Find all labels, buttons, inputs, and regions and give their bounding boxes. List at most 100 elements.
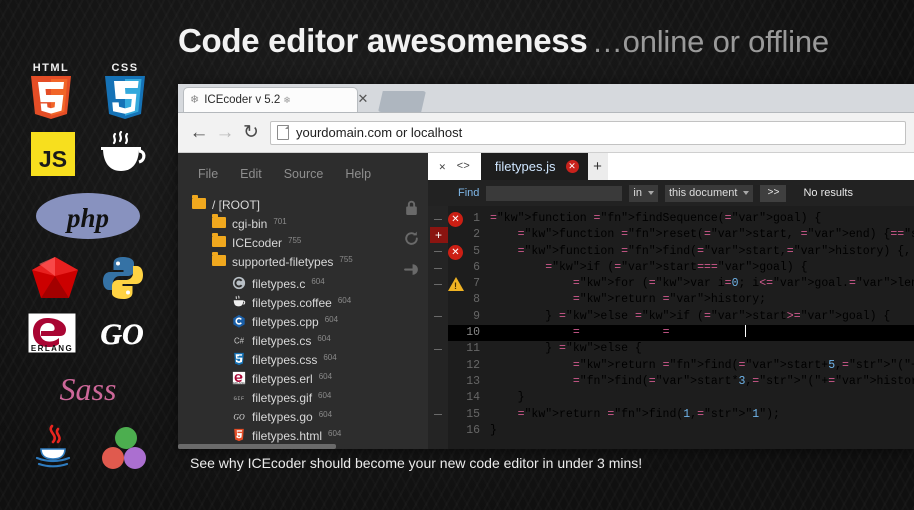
gutter-marker-add[interactable]: + — [428, 227, 448, 244]
gutter-marker-fold[interactable] — [428, 407, 448, 423]
tree-file-row[interactable]: GO filetypes.go 604 — [192, 407, 428, 426]
code-line[interactable]: 5 ="kw">function ="fn">find(="var">start… — [448, 244, 914, 260]
code-line[interactable]: 14 } — [448, 390, 914, 406]
svg-text:GIF: GIF — [234, 395, 245, 402]
code-line[interactable]: 7 ="kw">for (="kw">var i=0; i<="var">goa… — [448, 276, 914, 292]
tree-item-label: filetypes.css — [252, 353, 318, 367]
line-text: ="kw">return ="nul">null; — [572, 325, 747, 340]
gutter-fold-dash[interactable] — [434, 414, 442, 416]
gutter-marker-fold[interactable] — [428, 309, 448, 325]
editor-close-icon[interactable]: ✕ — [439, 160, 446, 174]
code-line[interactable]: 16} — [448, 423, 914, 439]
gutter-fold-dash[interactable] — [434, 251, 442, 253]
code-line[interactable]: 10 ="kw">return ="nul">null; — [448, 325, 914, 342]
line-number: 12 — [466, 358, 480, 372]
gutter-marker-fold[interactable] — [428, 341, 448, 357]
gutter-fold-dash[interactable] — [434, 349, 442, 351]
gutter-marker-empty — [428, 423, 448, 439]
gutter-marker-fold[interactable] — [428, 211, 448, 227]
file-tree: / [ROOT] cgi-bin 701 ICEcoder 755 supported-f… — [178, 195, 428, 445]
code-line[interactable]: 1 ="kw">function ="fn">findSequence(="var… — [448, 211, 914, 227]
find-go-button[interactable]: >> — [760, 184, 787, 202]
gutter-add-marker[interactable]: + — [429, 227, 448, 244]
new-tab-button[interactable] — [378, 91, 426, 112]
tree-item-label: supported-filetypes — [232, 255, 334, 269]
refresh-icon[interactable] — [403, 230, 420, 247]
tab-close-icon[interactable]: ✕ — [356, 92, 370, 106]
forward-button[interactable]: → — [212, 120, 238, 146]
code-line[interactable]: 13 ="fn">find(="var">start*3,="str">"("+… — [448, 374, 914, 390]
reload-button[interactable]: ↻ — [238, 120, 264, 146]
editor-new-tab-button[interactable]: + — [587, 153, 608, 180]
tree-item-permissions: 604 — [324, 315, 339, 324]
tree-file-row[interactable]: ERLANG filetypes.erl 604 — [192, 369, 428, 388]
logout-icon[interactable] — [403, 261, 420, 278]
code-line[interactable]: 9 } ="kw">else ="kw">if (="var">start>="… — [448, 309, 914, 325]
code-line[interactable]: 2 ="kw">function ="fn">reset(="var">star… — [448, 227, 914, 243]
browser-window: ❄ ICEcoder v 5.2 ❄ ✕ ← → ↻ yourdomain.co… — [178, 84, 914, 449]
tree-folder-row[interactable]: ICEcoder 755 — [192, 233, 428, 255]
code-line[interactable]: 12 ="kw">return ="fn">find(="var">start+… — [448, 358, 914, 374]
editor-code-view-icon[interactable]: <> — [457, 161, 470, 173]
url-text: yourdomain.com or localhost — [296, 125, 463, 140]
editor-tab-filetypes-js[interactable]: filetypes.js ✕ — [480, 153, 588, 180]
gutter-marker-fold[interactable] — [428, 276, 448, 292]
find-scope-op-select[interactable]: in — [629, 184, 658, 202]
tree-file-row[interactable]: GIF filetypes.gif 604 — [192, 388, 428, 407]
icecoder-app: File Edit Source Help / [ROOT] cgi-bin 701… — [178, 153, 914, 449]
tree-item-label: filetypes.c — [252, 277, 306, 291]
menu-item-source[interactable]: Source — [284, 167, 324, 181]
gutter-fold-dash[interactable] — [434, 316, 442, 318]
code-line[interactable]: 8 ="kw">return ="var">history; — [448, 292, 914, 308]
code-area: + 1 ="kw">function ="fn">findSequence(="v… — [428, 206, 914, 449]
editor-marker-gutter[interactable]: + — [428, 206, 448, 449]
line-number: 13 — [466, 374, 480, 388]
tree-file-row[interactable]: C# filetypes.cs 604 — [192, 331, 428, 350]
tree-file-row[interactable]: filetypes.coffee 604 — [192, 293, 428, 312]
code-line[interactable]: 11 } ="kw">else { — [448, 341, 914, 357]
tree-folder-row[interactable]: cgi-bin 701 — [192, 214, 428, 236]
folder-icon — [192, 195, 206, 209]
tree-file-row[interactable]: filetypes.c 604 — [192, 274, 428, 293]
go-file-icon: GO — [232, 409, 246, 423]
menu-item-help[interactable]: Help — [345, 167, 371, 181]
tree-file-row[interactable]: filetypes.html 604 — [192, 426, 428, 445]
gutter-marker-fold[interactable] — [428, 260, 448, 276]
find-scope-target-select[interactable]: this document — [664, 184, 754, 202]
tree-folder-row[interactable]: supported-filetypes 755 — [192, 252, 428, 274]
c-file-icon — [232, 276, 246, 290]
browser-navbar: ← → ↻ yourdomain.com or localhost — [178, 113, 914, 153]
code-line[interactable]: 15 ="kw">return ="fn">find(1,="str">"1")… — [448, 407, 914, 423]
menu-item-file[interactable]: File — [198, 167, 218, 181]
svg-text:CSS: CSS — [111, 62, 138, 74]
video-caption-text: See why ICEcoder should become your new … — [190, 455, 643, 471]
tree-folder-row[interactable]: / [ROOT] — [192, 195, 428, 217]
tree-file-row[interactable]: filetypes.cpp 604 — [192, 312, 428, 331]
editor-tabstrip: ✕ <> filetypes.js ✕ + — [428, 153, 914, 180]
html5-logo: HTML — [31, 62, 71, 119]
browser-tab-icecoder[interactable]: ❄ ICEcoder v 5.2 ❄ — [183, 87, 358, 112]
warning-badge-icon[interactable] — [448, 277, 464, 292]
error-badge-icon[interactable]: ✕ — [448, 244, 463, 260]
tree-item-permissions: 604 — [337, 296, 352, 305]
line-text: ="kw">return ="fn">find(1,="str">"1"); — [517, 407, 780, 421]
gutter-fold-dash[interactable] — [434, 267, 442, 269]
menu-item-edit[interactable]: Edit — [240, 167, 262, 181]
logo-row-1: HTML CSS — [0, 58, 176, 120]
find-input[interactable] — [486, 185, 623, 201]
line-text: ="kw">return ="var">history; — [572, 293, 767, 307]
lock-icon[interactable] — [403, 199, 420, 216]
url-bar[interactable]: yourdomain.com or localhost — [270, 120, 906, 145]
code-lines[interactable]: 1 ="kw">function ="fn">findSequence(="var… — [448, 206, 914, 449]
back-button[interactable]: ← — [186, 120, 212, 146]
code-line[interactable]: 6 ="kw">if (="var">start==="var">goal) { — [448, 260, 914, 276]
tree-file-row[interactable]: filetypes.css 604 — [192, 350, 428, 369]
tree-item-label: filetypes.html — [252, 429, 323, 443]
gutter-marker-fold[interactable] — [428, 244, 448, 260]
gutter-fold-dash[interactable] — [434, 218, 442, 220]
find-bar: Find in this document >> No results — [428, 180, 914, 206]
svg-text:C#: C# — [234, 337, 245, 346]
gutter-fold-dash[interactable] — [434, 283, 442, 285]
error-badge-icon[interactable]: ✕ — [448, 212, 463, 227]
editor-tab-close-icon[interactable]: ✕ — [565, 160, 579, 173]
